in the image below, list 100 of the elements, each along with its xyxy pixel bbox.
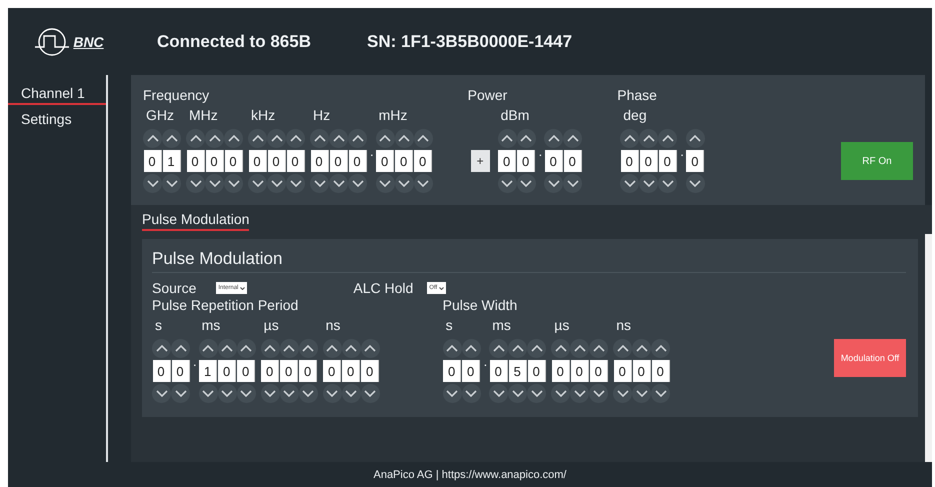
digit-field[interactable]: 1 [199, 360, 218, 382]
increment-button[interactable] [236, 339, 256, 358]
decrement-button[interactable] [322, 384, 342, 403]
increment-button[interactable] [570, 339, 590, 358]
increment-button[interactable] [248, 129, 267, 148]
decrement-button[interactable] [658, 174, 678, 193]
decrement-button[interactable] [348, 174, 367, 193]
increment-button[interactable] [651, 339, 670, 358]
digit-field[interactable]: 0 [152, 360, 170, 382]
increment-button[interactable] [658, 129, 678, 148]
digit-field[interactable]: 0 [342, 360, 360, 382]
increment-button[interactable] [152, 339, 171, 358]
increment-button[interactable] [551, 339, 570, 358]
digit-field[interactable]: 0 [206, 150, 224, 172]
decrement-button[interactable] [298, 384, 318, 403]
digit-field[interactable]: 0 [564, 150, 582, 172]
increment-button[interactable] [143, 129, 162, 148]
increment-button[interactable] [280, 339, 299, 358]
decrement-button[interactable] [218, 384, 237, 403]
digit-field[interactable]: 0 [299, 360, 318, 382]
sidebar-item[interactable]: Settings [8, 109, 106, 131]
increment-button[interactable] [516, 129, 536, 148]
decrement-button[interactable] [260, 384, 280, 403]
increment-button[interactable] [613, 339, 632, 358]
increment-button[interactable] [360, 339, 380, 358]
digit-field[interactable]: 0 [348, 150, 366, 172]
increment-button[interactable] [508, 339, 528, 358]
increment-button[interactable] [489, 339, 508, 358]
decrement-button[interactable] [329, 174, 348, 193]
increment-button[interactable] [376, 129, 395, 148]
decrement-button[interactable] [632, 384, 652, 403]
digit-field[interactable]: 0 [544, 150, 563, 172]
increment-button[interactable] [260, 339, 280, 358]
decrement-button[interactable] [143, 174, 162, 193]
digit-field[interactable]: 0 [552, 360, 570, 382]
digit-field[interactable]: 0 [330, 150, 348, 172]
rf-toggle-button[interactable]: RF On [841, 142, 913, 180]
sign-button[interactable]: + [470, 150, 490, 172]
digit-field[interactable]: 0 [280, 360, 298, 382]
digit-field[interactable]: 0 [310, 150, 328, 172]
scrollbar[interactable] [925, 234, 932, 462]
decrement-button[interactable] [360, 384, 380, 403]
decrement-button[interactable] [489, 384, 508, 403]
digit-field[interactable]: 5 [508, 360, 527, 382]
decrement-button[interactable] [394, 174, 414, 193]
digit-field[interactable]: 0 [686, 150, 704, 172]
increment-button[interactable] [171, 339, 190, 358]
digit-field[interactable]: 0 [640, 150, 658, 172]
decrement-button[interactable] [198, 384, 218, 403]
increment-button[interactable] [632, 339, 652, 358]
decrement-button[interactable] [686, 174, 705, 193]
increment-button[interactable] [267, 129, 286, 148]
decrement-button[interactable] [639, 174, 658, 193]
increment-button[interactable] [286, 129, 305, 148]
decrement-button[interactable] [551, 384, 570, 403]
increment-button[interactable] [322, 339, 342, 358]
digit-field[interactable]: 0 [590, 360, 608, 382]
decrement-button[interactable] [589, 384, 608, 403]
decrement-button[interactable] [280, 384, 299, 403]
increment-button[interactable] [298, 339, 318, 358]
decrement-button[interactable] [224, 174, 243, 193]
increment-button[interactable] [462, 339, 481, 358]
increment-button[interactable] [198, 339, 218, 358]
decrement-button[interactable] [342, 384, 361, 403]
digit-field[interactable]: 0 [248, 150, 266, 172]
decrement-button[interactable] [527, 384, 546, 403]
increment-button[interactable] [589, 339, 608, 358]
increment-button[interactable] [414, 129, 433, 148]
digit-field[interactable]: 0 [528, 360, 546, 382]
digit-field[interactable]: 0 [395, 150, 414, 172]
digit-field[interactable]: 0 [517, 150, 536, 172]
decrement-button[interactable] [442, 384, 462, 403]
decrement-button[interactable] [414, 174, 433, 193]
increment-button[interactable] [162, 129, 181, 148]
decrement-button[interactable] [171, 384, 190, 403]
decrement-button[interactable] [152, 384, 171, 403]
decrement-button[interactable] [376, 174, 395, 193]
increment-button[interactable] [442, 339, 462, 358]
decrement-button[interactable] [248, 174, 267, 193]
digit-field[interactable]: 0 [632, 360, 651, 382]
digit-field[interactable]: 0 [268, 150, 286, 172]
decrement-button[interactable] [236, 384, 256, 403]
decrement-button[interactable] [516, 174, 536, 193]
digit-field[interactable]: 0 [286, 150, 304, 172]
increment-button[interactable] [620, 129, 640, 148]
decrement-button[interactable] [613, 384, 632, 403]
digit-field[interactable]: 0 [172, 360, 190, 382]
increment-button[interactable] [348, 129, 367, 148]
digit-field[interactable]: 0 [237, 360, 256, 382]
digit-field[interactable]: 0 [144, 150, 162, 172]
decrement-button[interactable] [570, 384, 590, 403]
increment-button[interactable] [498, 129, 517, 148]
digit-field[interactable]: 0 [490, 360, 508, 382]
digit-field[interactable]: 0 [323, 360, 342, 382]
digit-field[interactable]: 0 [620, 150, 639, 172]
increment-button[interactable] [329, 129, 348, 148]
digit-field[interactable]: 0 [570, 360, 589, 382]
digit-field[interactable]: 1 [162, 150, 180, 172]
digit-field[interactable]: 0 [498, 150, 516, 172]
decrement-button[interactable] [544, 174, 564, 193]
